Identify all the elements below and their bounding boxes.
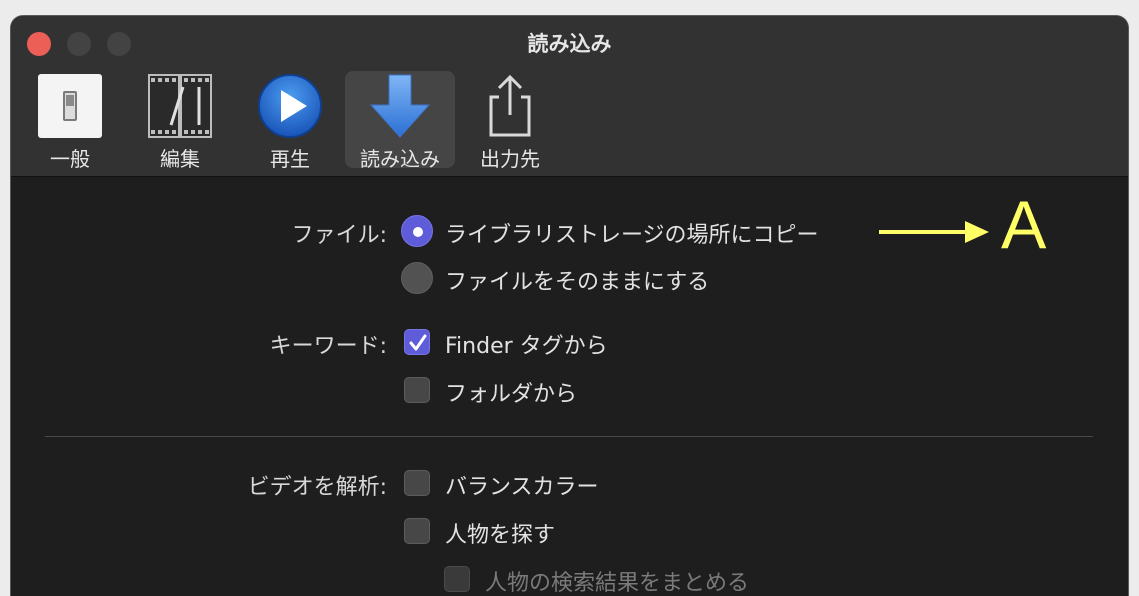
checkmark-icon [409, 334, 427, 351]
toolbar-item-import[interactable]: 読み込み [345, 71, 455, 171]
consolidate-people-checkbox[interactable] [444, 566, 470, 592]
finder-tags-checkbox[interactable] [404, 329, 430, 355]
files-label: ファイル: [291, 223, 387, 248]
toolbar-item-destinations[interactable]: 出力先 [455, 71, 565, 171]
leave-in-place-radio[interactable] [401, 262, 433, 294]
share-icon [489, 74, 531, 137]
from-folders-label: フォルダから [445, 382, 578, 407]
leave-in-place-label: ファイルをそのままにする [445, 270, 710, 295]
copy-to-library-label: ライブラリストレージの場所にコピー [445, 223, 819, 248]
balance-color-checkbox[interactable] [404, 470, 430, 496]
preferences-window: 読み込み 一般 編集 再生 読み込み 出力先 ファイル: ライブラリストレージの… [11, 16, 1128, 596]
copy-to-library-radio[interactable] [401, 215, 433, 247]
toolbar-item-label: 出力先 [480, 147, 540, 171]
toolbar-item-label: 編集 [160, 147, 200, 171]
balance-color-label: バランスカラー [445, 475, 599, 500]
from-folders-checkbox[interactable] [404, 377, 430, 403]
toolbar-item-label: 再生 [270, 147, 310, 171]
find-people-checkbox[interactable] [404, 518, 430, 544]
toolbar-item-playback[interactable]: 再生 [235, 71, 345, 171]
consolidate-people-label: 人物の検索結果をまとめる [485, 571, 750, 596]
play-icon [258, 74, 322, 138]
analyze-video-label: ビデオを解析: [247, 475, 387, 500]
annotation-letter: A [1001, 187, 1047, 263]
titlebar: 読み込み 一般 編集 再生 読み込み 出力先 [11, 16, 1128, 177]
section-divider [45, 436, 1093, 437]
film-edit-icon [148, 74, 212, 138]
annotation-arrow-icon [879, 221, 989, 243]
find-people-label: 人物を探す [445, 523, 556, 548]
toolbar-item-label: 読み込み [360, 147, 440, 171]
toolbar-item-edit[interactable]: 編集 [125, 71, 235, 171]
window-title: 読み込み [527, 32, 612, 56]
general-switch-icon [38, 74, 102, 138]
download-arrow-icon [369, 74, 431, 138]
keywords-label: キーワード: [269, 334, 387, 359]
toolbar-item-general[interactable]: 一般 [15, 71, 125, 171]
toolbar-item-label: 一般 [50, 147, 90, 171]
import-settings-pane: ファイル: ライブラリストレージの場所にコピー ファイルをそのままにする A キ… [11, 177, 1128, 596]
finder-tags-label: Finder タグから [445, 334, 608, 359]
